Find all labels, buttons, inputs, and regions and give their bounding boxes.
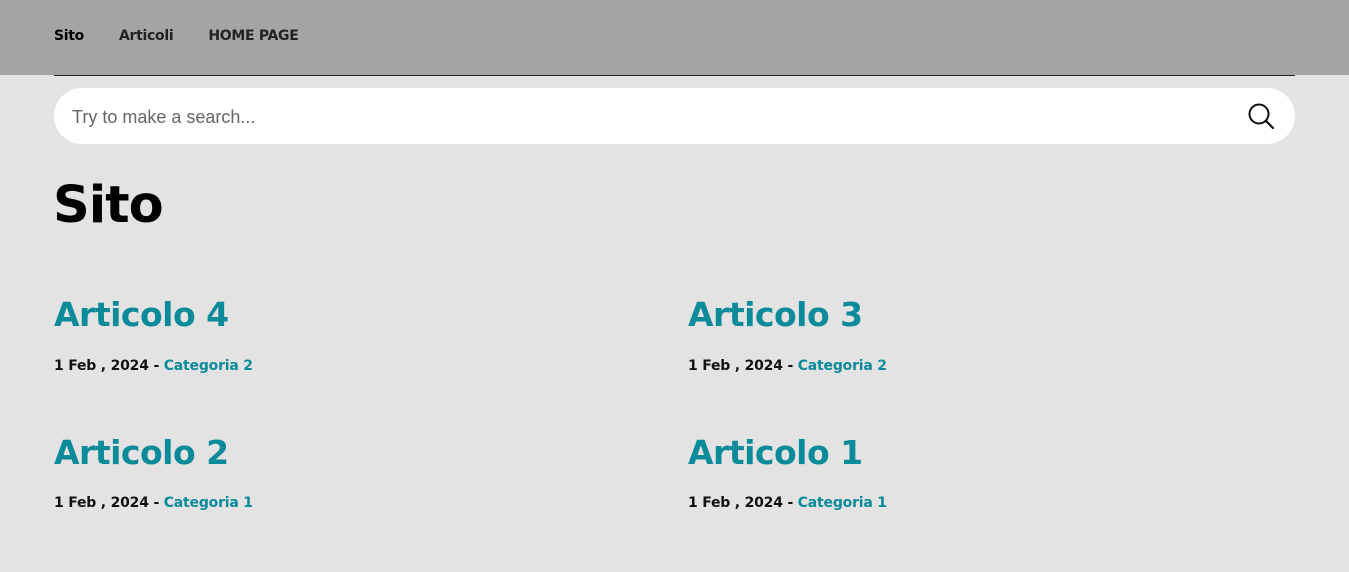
article-card: Articolo 2 1 Feb , 2024 - Categoria 1: [54, 433, 634, 511]
search-icon: [1248, 103, 1275, 130]
search-input[interactable]: [70, 88, 1224, 146]
article-meta: 1 Feb , 2024 - Categoria 1: [54, 495, 634, 511]
nav-item-sito[interactable]: Sito: [54, 28, 84, 44]
article-date: 1 Feb , 2024: [688, 495, 783, 511]
article-category-link[interactable]: Categoria 2: [164, 358, 253, 374]
article-meta: 1 Feb , 2024 - Categoria 2: [688, 358, 1268, 374]
article-meta: 1 Feb , 2024 - Categoria 2: [54, 358, 634, 374]
article-date: 1 Feb , 2024: [688, 358, 783, 374]
article-card: Articolo 3 1 Feb , 2024 - Categoria 2: [688, 295, 1268, 374]
article-category-link[interactable]: Categoria 2: [798, 358, 887, 374]
article-category-link[interactable]: Categoria 1: [798, 495, 887, 511]
meta-separator: -: [782, 495, 798, 511]
article-title-link[interactable]: Articolo 4: [54, 295, 229, 334]
article-title: Articolo 2: [54, 433, 634, 473]
search-bar: [54, 88, 1295, 146]
meta-separator: -: [148, 495, 164, 511]
nav-divider: [54, 75, 1295, 76]
article-title: Articolo 3: [688, 295, 1268, 335]
meta-separator: -: [148, 358, 164, 374]
article-card: Articolo 4 1 Feb , 2024 - Categoria 2: [54, 295, 634, 374]
article-meta: 1 Feb , 2024 - Categoria 1: [688, 495, 1268, 511]
article-title: Articolo 1: [688, 433, 1268, 473]
main-nav: Sito Articoli HOME PAGE: [54, 28, 334, 44]
top-navbar: Sito Articoli HOME PAGE: [0, 0, 1349, 75]
search-button[interactable]: [1247, 102, 1275, 130]
article-title-link[interactable]: Articolo 2: [54, 433, 229, 472]
article-date: 1 Feb , 2024: [54, 495, 149, 511]
article-title-link[interactable]: Articolo 3: [688, 295, 863, 334]
nav-item-articoli[interactable]: Articoli: [119, 28, 174, 44]
article-title: Articolo 4: [54, 295, 634, 335]
article-category-link[interactable]: Categoria 1: [164, 495, 253, 511]
article-card: Articolo 1 1 Feb , 2024 - Categoria 1: [688, 433, 1268, 511]
nav-item-home-page[interactable]: HOME PAGE: [208, 28, 298, 44]
page-title: Sito: [53, 176, 164, 235]
article-date: 1 Feb , 2024: [54, 358, 149, 374]
meta-separator: -: [782, 358, 798, 374]
article-title-link[interactable]: Articolo 1: [688, 433, 863, 472]
